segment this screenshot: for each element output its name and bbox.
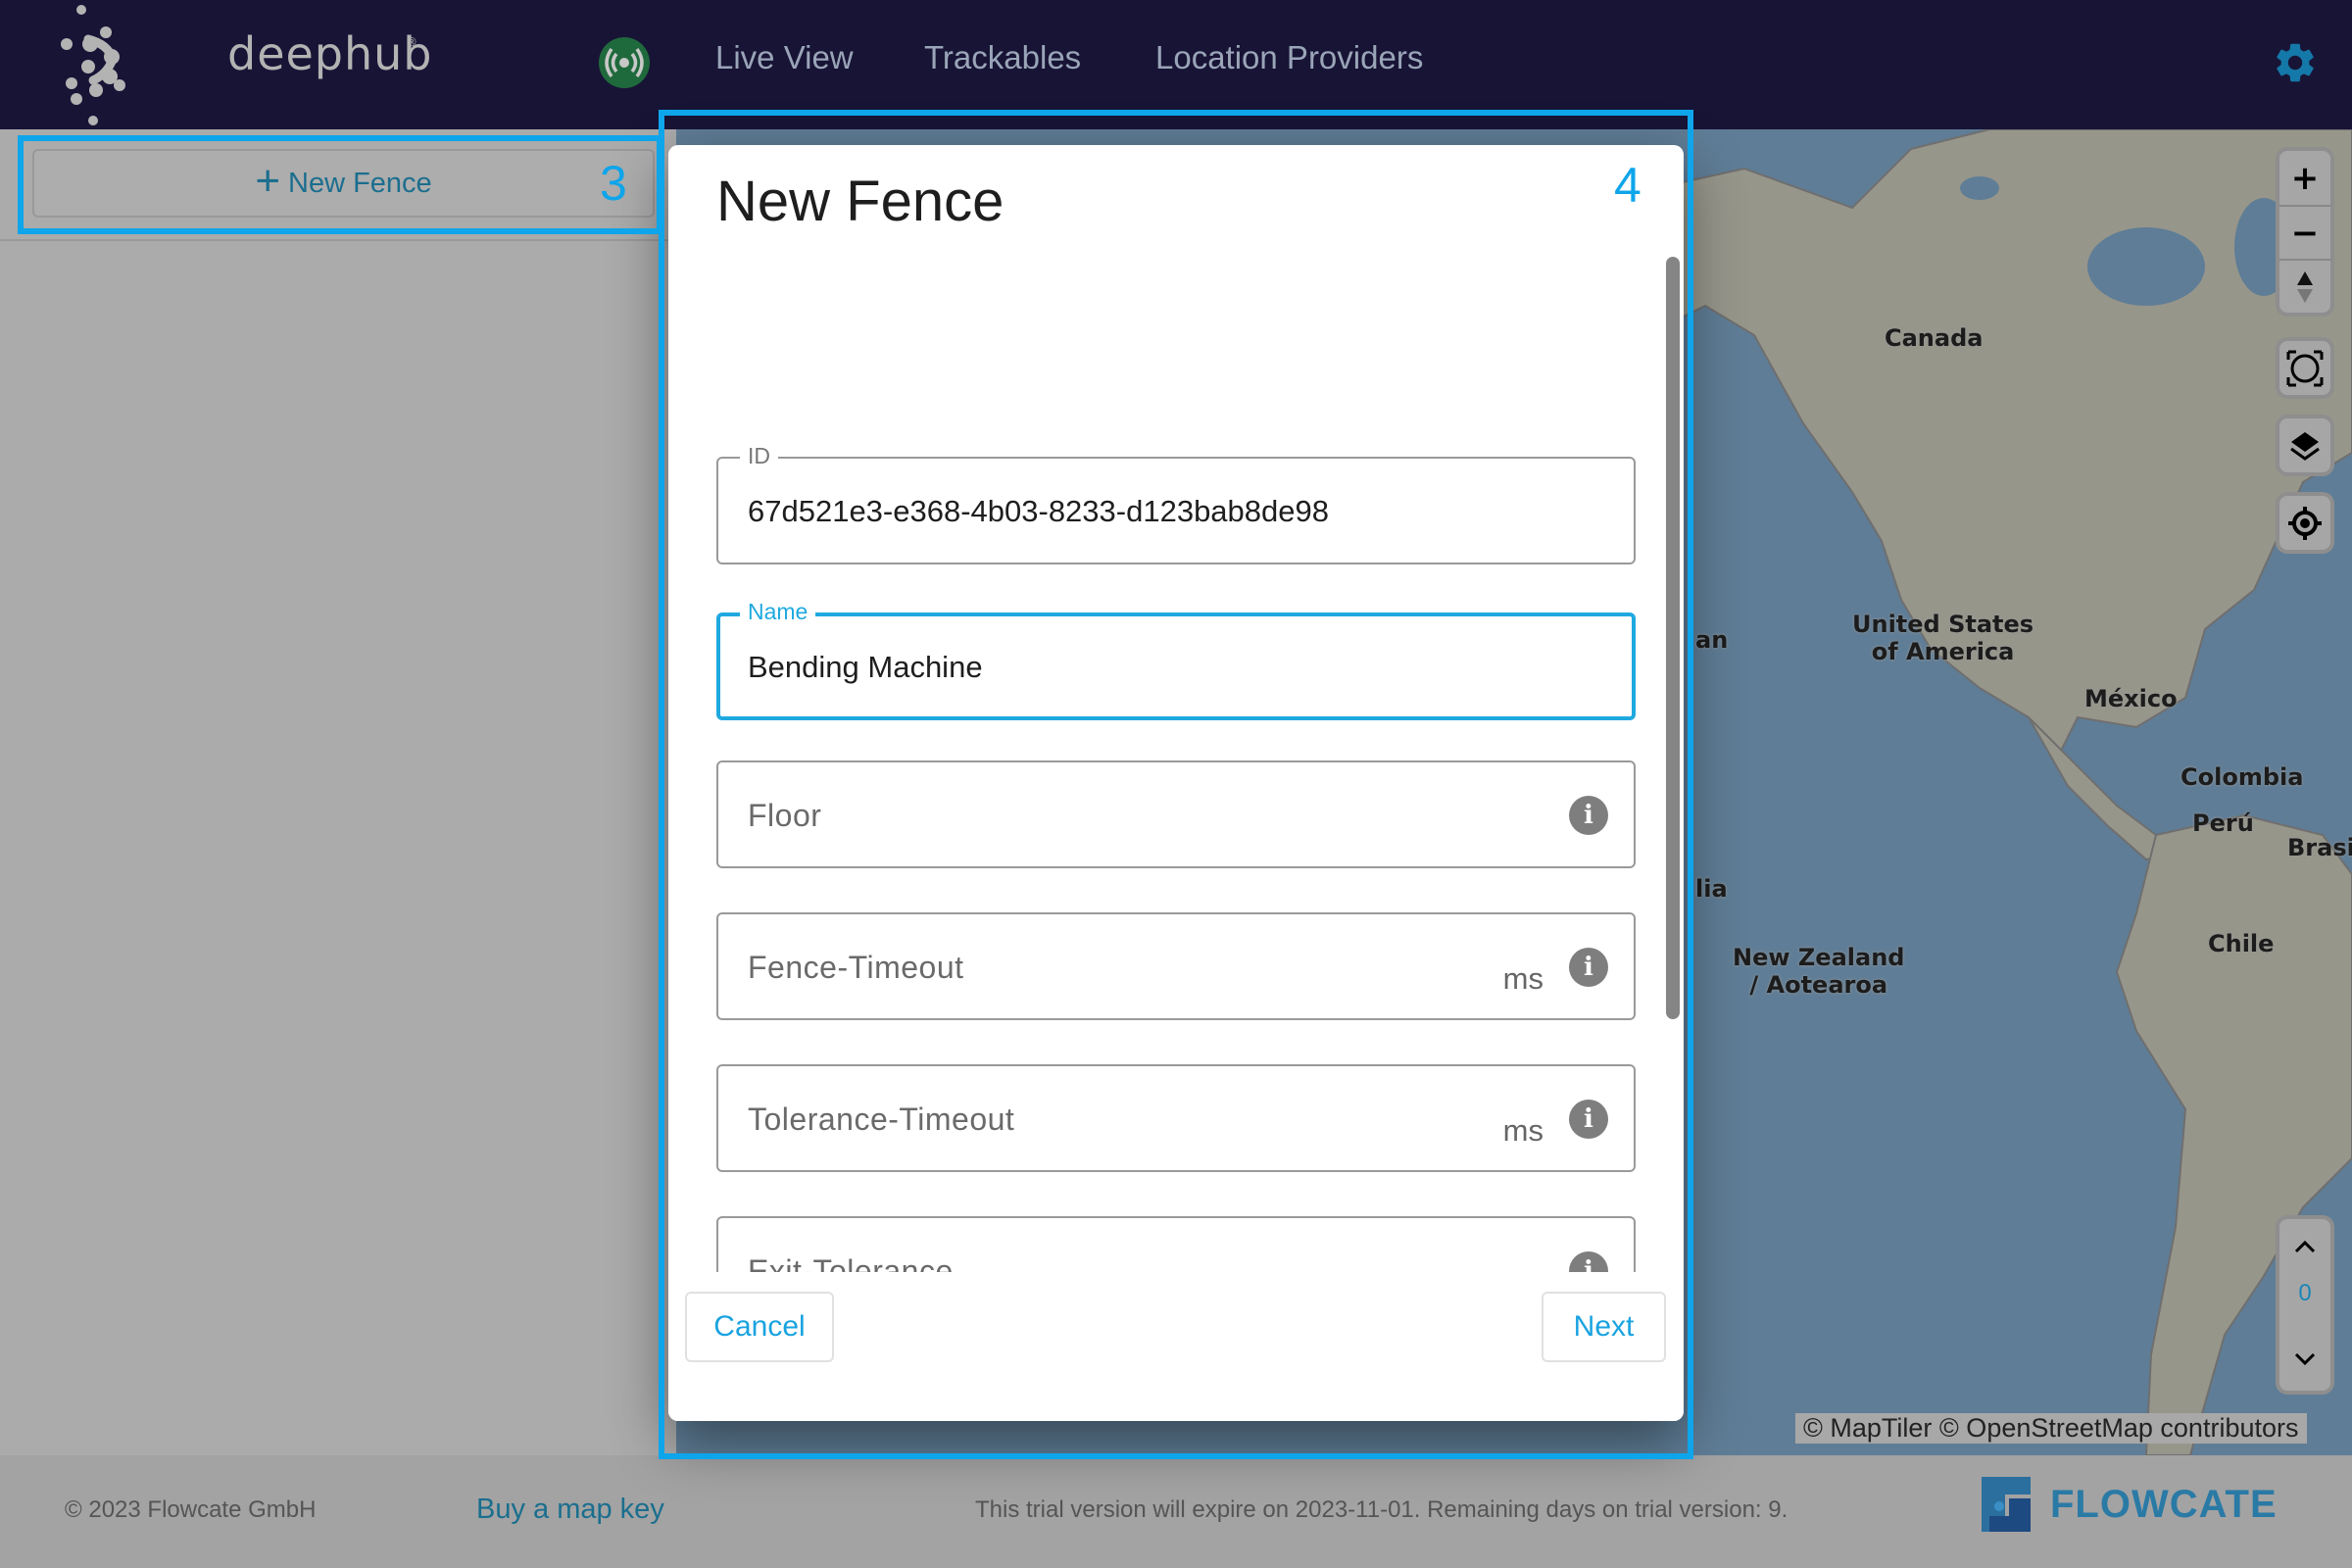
registered-mark: ® bbox=[406, 35, 417, 49]
fence-timeout-field[interactable]: Fence-Timeout ms i bbox=[716, 912, 1636, 1020]
tolerance-timeout-unit: ms bbox=[1502, 1113, 1544, 1148]
gear-icon[interactable] bbox=[2272, 39, 2319, 86]
nav-trackables[interactable]: Trackables bbox=[924, 39, 1081, 76]
nav-live-view[interactable]: Live View bbox=[715, 39, 854, 76]
id-field-label: ID bbox=[740, 443, 778, 469]
fence-timeout-unit: ms bbox=[1502, 961, 1544, 996]
info-icon[interactable]: i bbox=[1569, 796, 1608, 835]
floor-field-placeholder: Floor bbox=[748, 798, 822, 833]
cancel-button[interactable]: Cancel bbox=[685, 1292, 834, 1362]
info-icon[interactable]: i bbox=[1569, 1100, 1608, 1139]
annotation-label-3: 3 bbox=[600, 156, 627, 211]
logo-text: deephub bbox=[227, 27, 433, 80]
next-button[interactable]: Next bbox=[1542, 1292, 1666, 1362]
tolerance-timeout-placeholder: Tolerance-Timeout bbox=[748, 1102, 1015, 1137]
top-navbar: deephub ® Live View Trackables Location … bbox=[0, 0, 2352, 129]
nav-location-providers[interactable]: Location Providers bbox=[1155, 39, 1423, 76]
name-field-label: Name bbox=[740, 599, 816, 625]
floor-field[interactable]: Floor i bbox=[716, 760, 1636, 868]
new-fence-dialog: New Fence ID 67d521e3-e368-4b03-8233-d12… bbox=[668, 145, 1684, 1421]
fence-timeout-placeholder: Fence-Timeout bbox=[748, 950, 964, 985]
dialog-scrollbar[interactable] bbox=[1666, 257, 1680, 1019]
id-field[interactable]: ID 67d521e3-e368-4b03-8233-d123bab8de98 bbox=[716, 443, 1636, 564]
id-field-value: 67d521e3-e368-4b03-8233-d123bab8de98 bbox=[748, 494, 1329, 528]
name-field-value: Bending Machine bbox=[748, 650, 983, 684]
name-field[interactable]: Name Bending Machine bbox=[716, 599, 1636, 720]
dialog-title: New Fence bbox=[716, 170, 1004, 233]
dialog-actions: Cancel Next bbox=[668, 1272, 1684, 1421]
deephub-logo[interactable]: deephub ® bbox=[59, 0, 432, 127]
annotation-label-4: 4 bbox=[1614, 158, 1642, 213]
info-icon[interactable]: i bbox=[1569, 948, 1608, 987]
deephub-logo-mark-icon bbox=[61, 5, 125, 125]
tolerance-timeout-field[interactable]: Tolerance-Timeout ms i bbox=[716, 1064, 1636, 1172]
dialog-form: ID 67d521e3-e368-4b03-8233-d123bab8de98 … bbox=[668, 292, 1684, 1419]
broadcast-icon[interactable] bbox=[599, 37, 650, 88]
